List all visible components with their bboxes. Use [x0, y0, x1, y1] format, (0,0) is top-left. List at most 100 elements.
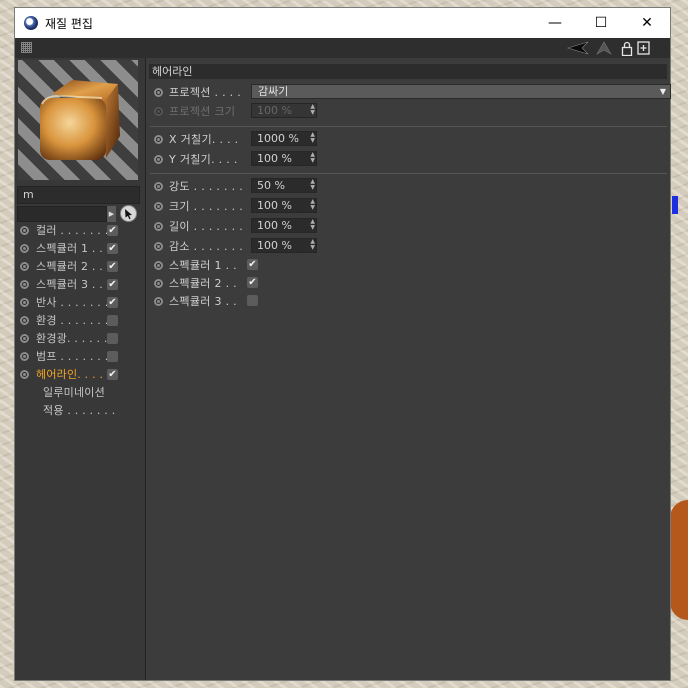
length-value: 100 % — [257, 219, 292, 232]
param-radio-icon[interactable] — [154, 260, 163, 270]
channel-checkbox[interactable]: ✔ — [107, 261, 118, 272]
channel-checkbox[interactable]: ✔ — [107, 297, 118, 308]
channel-checkbox[interactable] — [107, 315, 118, 326]
channel-checkbox[interactable] — [107, 351, 118, 362]
channel-item-specular3[interactable]: 스펙큘러 3 . . ✔ — [18, 275, 142, 293]
background-axis-marker — [672, 196, 678, 214]
material-editor-window: 재질 편집 — ☐ ✕ m ▶ 컬러 . . . . . . . ✔ 스펙큘러 … — [14, 7, 671, 681]
projection-value: 감싸기 — [258, 85, 289, 98]
param-radio-icon[interactable] — [154, 296, 163, 306]
channel-item-specular2[interactable]: 스펙큘러 2 . . ✔ — [18, 257, 142, 275]
channel-label: 환경 . . . . . . . — [36, 314, 109, 327]
param-radio-icon[interactable] — [154, 87, 163, 97]
spinner-icon[interactable]: ▲ ▼ — [310, 219, 315, 231]
channel-checkbox[interactable]: ✔ — [107, 279, 118, 290]
attenuation-field[interactable]: 100 % ▲ ▼ — [251, 238, 317, 253]
length-field[interactable]: 100 % ▲ ▼ — [251, 218, 317, 233]
spinner-icon[interactable]: ▲ ▼ — [310, 132, 315, 144]
close-button[interactable]: ✕ — [624, 8, 670, 38]
projection-size-value: 100 % — [257, 104, 292, 117]
projection-dropdown[interactable]: 감싸기 ▼ — [251, 84, 671, 99]
projection-size-field: 100 % ▲ ▼ — [251, 103, 317, 118]
channel-item-hairline[interactable]: 헤어라인. . . . ✔ — [18, 365, 142, 383]
channel-item-specular1[interactable]: 스펙큘러 1 . . ✔ — [18, 239, 142, 257]
channel-item-color[interactable]: 컬러 . . . . . . . ✔ — [18, 221, 142, 239]
channel-radio-icon[interactable] — [20, 333, 29, 343]
x-roughness-value: 1000 % — [257, 132, 299, 145]
channel-label: 일루미네이션 — [43, 386, 105, 399]
material-preview[interactable] — [18, 60, 138, 180]
channel-radio-icon[interactable] — [20, 243, 29, 253]
specular1-checkbox[interactable]: ✔ — [247, 259, 258, 270]
param-radio-icon[interactable] — [154, 134, 163, 144]
specular1-label: 스펙큘러 1 . . — [169, 259, 237, 272]
forward-arrow-icon[interactable] — [593, 40, 615, 56]
specular3-checkbox[interactable] — [247, 295, 258, 306]
maximize-button[interactable]: ☐ — [578, 8, 624, 38]
channel-label: 컬러 . . . . . . . — [36, 224, 109, 237]
spinner-icon: ▲ ▼ — [310, 103, 315, 116]
channel-item-assign[interactable]: 적용 . . . . . . . — [18, 401, 142, 419]
minimize-button[interactable]: — — [532, 8, 578, 38]
channel-item-illumination[interactable]: 일루미네이션 — [18, 383, 142, 401]
y-roughness-label: Y 거칠기. . . . — [169, 153, 238, 166]
channel-radio-icon[interactable] — [20, 297, 29, 307]
channel-list: 컬러 . . . . . . . ✔ 스펙큘러 1 . . ✔ 스펙큘러 2 .… — [18, 221, 142, 419]
channel-radio-icon[interactable] — [20, 225, 29, 235]
spinner-icon[interactable]: ▲ ▼ — [310, 239, 315, 251]
channel-label: 스펙큘러 3 . . — [36, 278, 103, 291]
size-field[interactable]: 100 % ▲ ▼ — [251, 198, 317, 213]
section-title: 헤어라인 — [149, 64, 667, 79]
channel-radio-icon[interactable] — [20, 279, 29, 289]
channel-checkbox[interactable] — [107, 333, 118, 344]
channel-label: 환경광. . . . . . — [36, 332, 108, 345]
cinema4d-app-icon — [24, 16, 38, 30]
channel-checkbox[interactable]: ✔ — [107, 243, 118, 254]
material-name-field[interactable]: m — [17, 186, 140, 204]
param-radio-icon[interactable] — [154, 106, 163, 116]
filter-dropdown-icon[interactable]: ▶ — [107, 206, 116, 222]
param-radio-icon[interactable] — [154, 201, 163, 211]
channel-item-environment[interactable]: 환경 . . . . . . . — [18, 311, 142, 329]
channel-item-bump[interactable]: 범프 . . . . . . . — [18, 347, 142, 365]
panel-grip-icon[interactable] — [21, 42, 32, 53]
y-roughness-field[interactable]: 100 % ▲ ▼ — [251, 151, 317, 166]
param-radio-icon[interactable] — [154, 181, 163, 191]
channel-item-ambient[interactable]: 환경광. . . . . . — [18, 329, 142, 347]
strength-field[interactable]: 50 % ▲ ▼ — [251, 178, 317, 193]
channel-radio-icon[interactable] — [20, 369, 29, 379]
spinner-icon[interactable]: ▲ ▼ — [310, 152, 315, 164]
channel-sidebar: m ▶ 컬러 . . . . . . . ✔ 스펙큘러 1 . . ✔ 스펙큘러… — [15, 58, 146, 680]
channel-radio-icon[interactable] — [20, 351, 29, 361]
x-roughness-label: X 거칠기. . . . — [169, 133, 239, 146]
divider — [150, 126, 667, 127]
channel-checkbox[interactable]: ✔ — [107, 369, 118, 380]
length-row: 길이 . . . . . . . 100 % ▲ ▼ — [152, 217, 352, 235]
spinner-icon[interactable]: ▲ ▼ — [310, 199, 315, 211]
attenuation-row: 감소 . . . . . . . 100 % ▲ ▼ — [152, 237, 352, 255]
new-panel-icon[interactable] — [636, 40, 650, 56]
channel-item-reflection[interactable]: 반사 . . . . . . . ✔ — [18, 293, 142, 311]
channel-label: 스펙큘러 1 . . — [36, 242, 103, 255]
specular2-checkbox[interactable]: ✔ — [247, 277, 258, 288]
channel-label-active: 헤어라인. . . . — [36, 368, 104, 381]
channel-radio-icon[interactable] — [20, 315, 29, 325]
x-roughness-field[interactable]: 1000 % ▲ ▼ — [251, 131, 317, 146]
param-radio-icon[interactable] — [154, 221, 163, 231]
specular2-label: 스펙큘러 2 . . — [169, 277, 237, 290]
param-radio-icon[interactable] — [154, 154, 163, 164]
pick-cursor-icon[interactable] — [120, 205, 137, 222]
channel-filter-input[interactable] — [17, 206, 107, 222]
lock-icon[interactable] — [620, 40, 634, 56]
param-radio-icon[interactable] — [154, 278, 163, 288]
channel-checkbox[interactable]: ✔ — [107, 225, 118, 236]
channel-label: 스펙큘러 2 . . — [36, 260, 103, 273]
back-arrow-icon[interactable] — [566, 40, 590, 56]
spinner-icon[interactable]: ▲ ▼ — [310, 179, 315, 191]
param-radio-icon[interactable] — [154, 241, 163, 251]
window-title: 재질 편집 — [45, 16, 93, 31]
channel-radio-icon[interactable] — [20, 261, 29, 271]
window-controls: — ☐ ✕ — [532, 8, 670, 38]
projection-size-label: 프로젝션 크기 — [169, 105, 236, 118]
attenuation-value: 100 % — [257, 239, 292, 252]
